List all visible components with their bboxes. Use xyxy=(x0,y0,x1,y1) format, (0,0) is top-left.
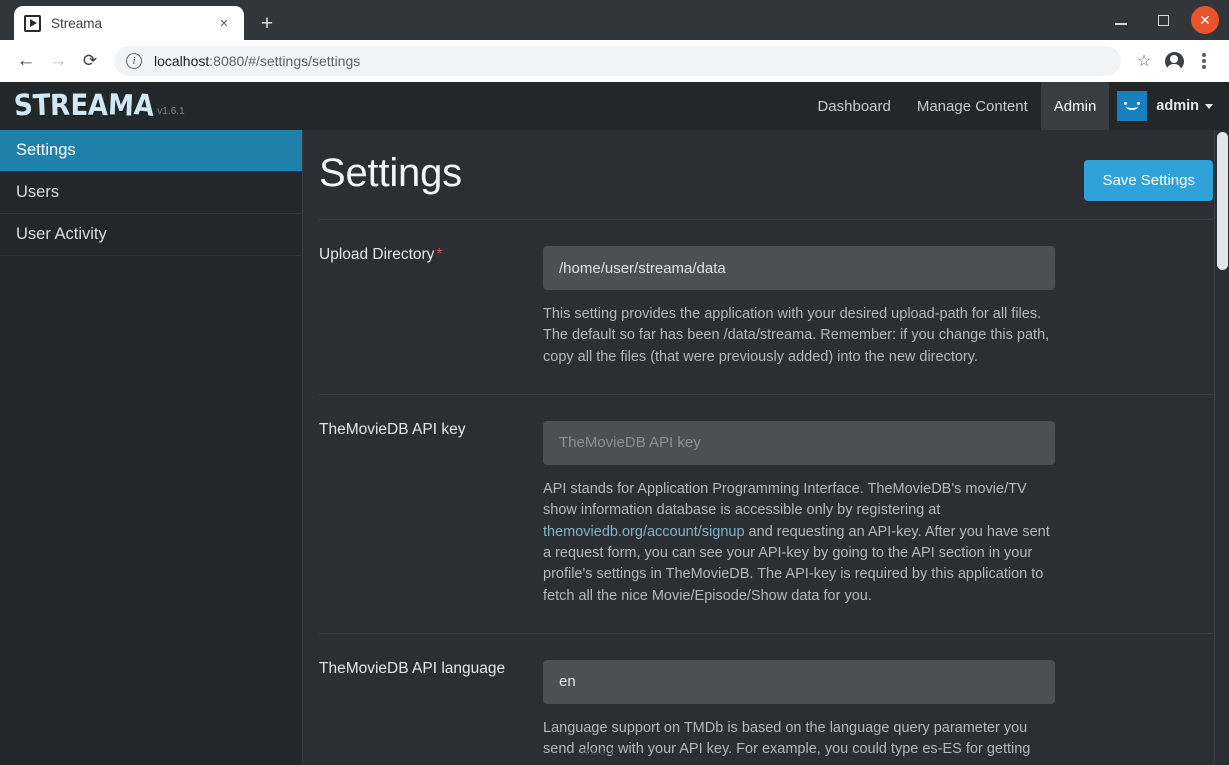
field-label-container: TheMovieDB API language xyxy=(319,660,543,765)
chevron-down-icon xyxy=(1205,103,1213,109)
required-asterisk: * xyxy=(436,246,443,263)
tab-title: Streama xyxy=(51,15,103,31)
menu-kebab-icon[interactable] xyxy=(1189,46,1219,76)
page-header: Settings Save Settings xyxy=(319,130,1213,219)
reload-icon[interactable]: ⟳ xyxy=(74,45,106,77)
back-icon[interactable]: ← xyxy=(10,45,42,77)
url-text: localhost:8080/#/settings/settings xyxy=(154,53,360,69)
field-label-text: Upload Directory xyxy=(319,246,435,263)
page-body: Settings Users User Activity Settings Sa… xyxy=(0,130,1229,765)
field-help-text: API stands for Application Programming I… xyxy=(543,479,1055,607)
close-tab-icon[interactable]: × xyxy=(214,13,234,33)
sidebar-item-settings[interactable]: Settings xyxy=(0,130,302,172)
main-nav: Dashboard Manage Content Admin admin xyxy=(804,82,1213,130)
field-label: TheMovieDB API language xyxy=(319,659,506,677)
new-tab-button[interactable]: + xyxy=(252,8,282,38)
field-control-container: TheMovieDB API key API stands for Applic… xyxy=(543,420,1055,607)
setting-field-upload-directory: Upload Directory * /home/user/streama/dat… xyxy=(319,219,1213,394)
browser-toolbar: ← → ⟳ i localhost:8080/#/settings/settin… xyxy=(0,40,1229,82)
nav-link-admin[interactable]: Admin xyxy=(1040,82,1110,130)
field-label: Upload Directory * xyxy=(319,246,543,265)
maximize-button[interactable] xyxy=(1149,6,1177,34)
upload-directory-input[interactable]: /home/user/streama/data xyxy=(543,246,1055,290)
save-settings-button[interactable]: Save Settings xyxy=(1084,160,1213,201)
bookmark-star-icon[interactable]: ☆ xyxy=(1129,46,1159,76)
user-menu[interactable]: admin xyxy=(1117,91,1213,121)
browser-tab[interactable]: Streama × xyxy=(14,6,244,40)
window-controls: ✕ xyxy=(1107,6,1219,34)
user-name-text: admin xyxy=(1156,98,1199,114)
address-bar[interactable]: i localhost:8080/#/settings/settings xyxy=(114,46,1121,76)
nav-link-dashboard[interactable]: Dashboard xyxy=(804,82,903,130)
field-help-text: Language support on TMDb is based on the… xyxy=(543,719,1031,765)
page-scrollbar[interactable] xyxy=(1214,130,1229,765)
api-language-input[interactable]: en xyxy=(543,659,1055,704)
api-key-input[interactable]: TheMovieDB API key xyxy=(543,420,1055,465)
sidebar-item-user-activity[interactable]: User Activity xyxy=(0,214,302,256)
url-host: localhost xyxy=(154,53,210,69)
avatar xyxy=(1117,91,1148,121)
user-name: admin xyxy=(1156,98,1213,114)
field-help-text: This setting provides the application wi… xyxy=(543,306,1050,365)
play-icon xyxy=(24,14,41,32)
brand-name: STREAMA xyxy=(12,88,156,124)
field-label-container: Upload Directory * xyxy=(319,246,543,368)
field-control-container: en Language support on TMDb is based on … xyxy=(543,659,1055,765)
themoviedb-signup-link[interactable]: themoviedb.org/account/signup xyxy=(543,524,745,540)
setting-field-api-key: TheMovieDB API key TheMovieDB API key AP… xyxy=(319,393,1213,633)
site-info-icon[interactable]: i xyxy=(126,53,142,69)
forward-icon[interactable]: → xyxy=(42,45,74,77)
settings-content: Settings Save Settings Upload Directory *… xyxy=(303,130,1229,765)
setting-field-api-language: TheMovieDB API language en Language supp… xyxy=(319,632,1213,765)
web-page: STREAMA v1.6.1 Dashboard Manage Content … xyxy=(0,82,1229,765)
help-text-part1: API stands for Application Programming I… xyxy=(543,480,1027,519)
scrollbar-thumb[interactable] xyxy=(1217,132,1228,270)
brand-version: v1.6.1 xyxy=(157,106,185,117)
field-label-container: TheMovieDB API key xyxy=(319,421,543,607)
app-navbar: STREAMA v1.6.1 Dashboard Manage Content … xyxy=(0,82,1229,130)
sidebar: Settings Users User Activity xyxy=(0,130,303,765)
sidebar-item-users[interactable]: Users xyxy=(0,172,302,214)
page-title: Settings xyxy=(319,151,462,195)
url-path: :8080/#/settings/settings xyxy=(209,53,361,69)
brand-logo[interactable]: STREAMA v1.6.1 xyxy=(12,88,185,124)
nav-link-manage-content[interactable]: Manage Content xyxy=(904,82,1041,130)
close-window-button[interactable]: ✕ xyxy=(1191,6,1219,34)
minimize-button[interactable] xyxy=(1107,6,1135,34)
browser-window: Streama × + ✕ ← → ⟳ i localhost:8080/#/s… xyxy=(0,0,1229,765)
browser-titlebar: Streama × + ✕ xyxy=(0,0,1229,40)
field-label: TheMovieDB API key xyxy=(319,420,466,438)
field-control-container: /home/user/streama/data This setting pro… xyxy=(543,246,1055,368)
profile-icon[interactable] xyxy=(1159,46,1189,76)
